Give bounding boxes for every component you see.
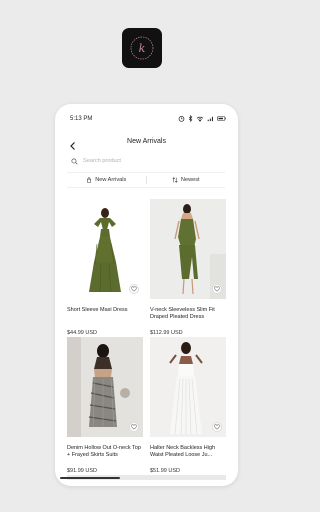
battery-icon	[217, 116, 226, 123]
product-price: $112.99 USD	[150, 330, 183, 336]
product-image[interactable]	[150, 337, 226, 437]
shop-bag-icon	[87, 177, 92, 183]
bluetooth-icon	[188, 114, 193, 124]
heart-icon	[131, 286, 137, 292]
status-bar: 5:13 PM	[55, 114, 238, 126]
product-name: Short Sleeve Maxi Dress	[67, 307, 128, 313]
product-card[interactable]: Denim Hollow Out O-neck Top + Frayed Ski…	[67, 337, 143, 474]
sort-label: Newest	[180, 177, 200, 183]
product-price: $91.99 USD	[67, 468, 97, 474]
status-icons	[178, 114, 226, 124]
app-logo: k	[122, 28, 162, 68]
filter-bar: New Arrivals Newest	[67, 172, 225, 188]
heart-icon	[131, 424, 137, 430]
svg-text:k: k	[139, 42, 146, 55]
home-indicator[interactable]	[60, 477, 120, 479]
product-image[interactable]	[67, 337, 143, 437]
product-name: V-neck Sleeveless Slim Fit Draped Pleate…	[150, 307, 215, 320]
product-card[interactable]: Halter Neck Backless High Waist Pleated …	[150, 337, 226, 474]
page-header: New Arrivals	[55, 136, 238, 150]
category-filter-label: New Arrivals	[95, 177, 127, 183]
product-image[interactable]	[67, 199, 143, 299]
status-time: 5:13 PM	[70, 116, 93, 122]
sort-button[interactable]: Newest	[147, 173, 226, 187]
search-icon	[71, 157, 78, 165]
favorite-button[interactable]	[129, 284, 139, 294]
product-name: Halter Neck Backless High Waist Pleated …	[150, 445, 216, 458]
product-card[interactable]: V-neck Sleeveless Slim Fit Draped Pleate…	[150, 199, 226, 336]
favorite-button[interactable]	[212, 422, 222, 432]
favorite-button[interactable]	[212, 284, 222, 294]
page-title: New Arrivals	[127, 138, 166, 145]
favorite-button[interactable]	[129, 422, 139, 432]
category-filter-button[interactable]: New Arrivals	[67, 173, 146, 187]
product-image[interactable]	[150, 199, 226, 299]
search-input[interactable]	[83, 158, 203, 164]
heart-icon	[214, 424, 220, 430]
product-price: $51.99 USD	[150, 468, 180, 474]
product-price: $44.99 USD	[67, 330, 97, 336]
product-card[interactable]: Short Sleeve Maxi Dress $44.99 USD	[67, 199, 143, 336]
alarm-icon	[178, 115, 185, 124]
wifi-icon	[196, 116, 204, 124]
signal-icon	[207, 116, 214, 124]
heart-icon	[214, 286, 220, 292]
product-name: Denim Hollow Out O-neck Top + Frayed Ski…	[67, 445, 141, 458]
search-bar[interactable]	[71, 155, 221, 167]
sort-icon	[172, 177, 178, 183]
phone-screen: 5:13 PM New Arrivals Search product New …	[55, 104, 238, 486]
